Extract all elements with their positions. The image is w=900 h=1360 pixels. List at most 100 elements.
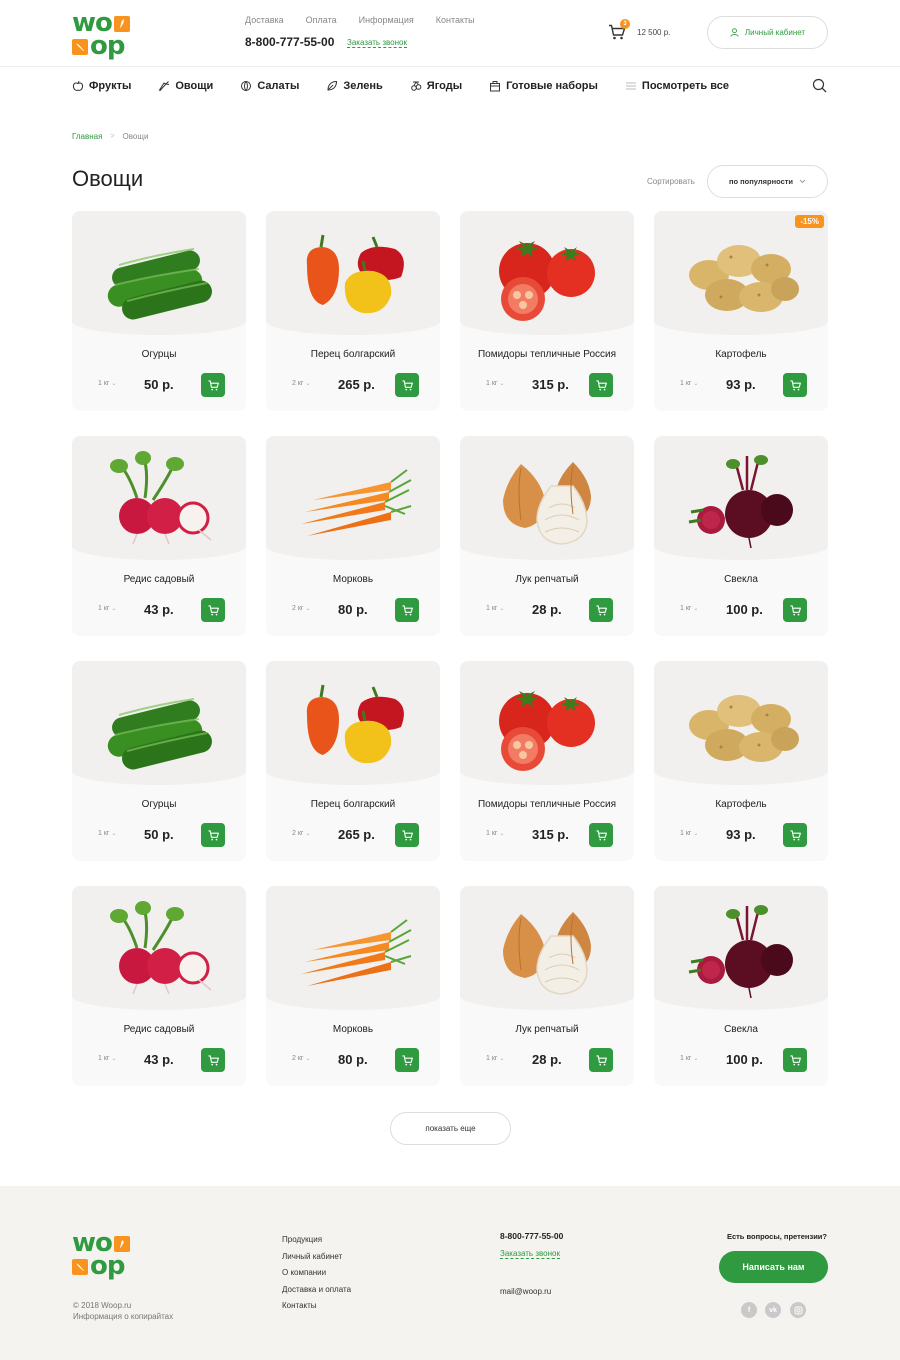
top-link-delivery[interactable]: Доставка [245,15,284,25]
footer-link-about[interactable]: О компании [282,1265,351,1282]
footer-email[interactable]: mail@woop.ru [500,1287,551,1296]
add-to-cart-button[interactable] [201,823,225,847]
footer-callback-link[interactable]: Заказать звонок [500,1249,560,1259]
nav-item-all[interactable]: Посмотреть все [625,80,729,92]
footer-link-account[interactable]: Личный кабинет [282,1249,351,1266]
account-button[interactable]: Личный кабинет [707,16,828,49]
product-card[interactable]: Редис садовый 1 кг ⌄ 43 р. [72,886,246,1086]
breadcrumb-home[interactable]: Главная [72,132,102,141]
add-to-cart-button[interactable] [783,823,807,847]
weight-select[interactable]: 1 кг ⌄ [680,830,698,837]
potato-image[interactable] [681,675,801,775]
pepper-image[interactable] [293,225,413,325]
product-name[interactable]: Редис садовый [82,1014,236,1046]
potato-image[interactable] [681,225,801,325]
product-name[interactable]: Картофель [664,789,818,821]
weight-select[interactable]: 1 кг ⌄ [98,605,116,612]
product-name[interactable]: Лук репчатый [470,1014,624,1046]
weight-select[interactable]: 2 кг ⌄ [292,380,310,387]
product-card[interactable]: Перец болгарский 2 кг ⌄ 265 р. [266,661,440,861]
header-phone[interactable]: 8-800-777-55-00 [245,35,334,49]
tomato-image[interactable] [487,675,607,775]
add-to-cart-button[interactable] [589,1048,613,1072]
vk-icon[interactable]: vk [765,1302,781,1318]
add-to-cart-button[interactable] [589,598,613,622]
radish-image[interactable] [99,450,219,550]
footer-link-contacts[interactable]: Контакты [282,1298,351,1315]
weight-select[interactable]: 1 кг ⌄ [680,605,698,612]
add-to-cart-button[interactable] [783,598,807,622]
nav-item-fruits[interactable]: Фрукты [72,80,131,92]
product-card[interactable]: Свекла 1 кг ⌄ 100 р. [654,436,828,636]
product-name[interactable]: Помидоры тепличные Россия [470,339,624,371]
footer-phone[interactable]: 8-800-777-55-00 [500,1231,563,1241]
show-more-button[interactable]: показать еще [390,1112,511,1145]
facebook-icon[interactable]: f [741,1302,757,1318]
onion-image[interactable] [487,450,607,550]
radish-image[interactable] [99,900,219,1000]
product-name[interactable]: Картофель [664,339,818,371]
weight-select[interactable]: 2 кг ⌄ [292,1055,310,1062]
weight-select[interactable]: 1 кг ⌄ [98,830,116,837]
nav-item-vegetables[interactable]: Овощи [158,80,213,92]
product-card[interactable]: Редис садовый 1 кг ⌄ 43 р. [72,436,246,636]
cucumber-image[interactable] [99,225,219,325]
product-name[interactable]: Огурцы [82,339,236,371]
top-link-info[interactable]: Информация [359,15,414,25]
nav-item-sets[interactable]: Готовые наборы [489,80,598,92]
add-to-cart-button[interactable] [783,1048,807,1072]
cucumber-image[interactable] [99,675,219,775]
weight-select[interactable]: 2 кг ⌄ [292,830,310,837]
product-name[interactable]: Свекла [664,1014,818,1046]
add-to-cart-button[interactable] [201,1048,225,1072]
product-card[interactable]: Морковь 2 кг ⌄ 80 р. [266,436,440,636]
product-card[interactable]: Картофель 1 кг ⌄ 93 р. [654,661,828,861]
nav-item-berries[interactable]: Ягоды [410,80,462,92]
product-card[interactable]: Помидоры тепличные Россия 1 кг ⌄ 315 р. [460,211,634,411]
top-link-contacts[interactable]: Контакты [436,15,475,25]
weight-select[interactable]: 2 кг ⌄ [292,605,310,612]
add-to-cart-button[interactable] [395,823,419,847]
add-to-cart-button[interactable] [201,598,225,622]
callback-link[interactable]: Заказать звонок [347,38,407,48]
product-card[interactable]: Морковь 2 кг ⌄ 80 р. [266,886,440,1086]
product-card[interactable]: Огурцы 1 кг ⌄ 50 р. [72,661,246,861]
cart-sum[interactable]: 12 500 р. [637,28,670,37]
nav-item-salads[interactable]: Салаты [240,80,299,92]
logo[interactable]: wo op [72,10,138,59]
product-name[interactable]: Лук репчатый [470,564,624,596]
add-to-cart-button[interactable] [201,373,225,397]
instagram-icon[interactable] [790,1302,806,1318]
product-card[interactable]: Огурцы 1 кг ⌄ 50 р. [72,211,246,411]
product-card[interactable]: Лук репчатый 1 кг ⌄ 28 р. [460,436,634,636]
beet-image[interactable] [681,450,801,550]
weight-select[interactable]: 1 кг ⌄ [486,605,504,612]
add-to-cart-button[interactable] [395,598,419,622]
sort-select[interactable]: по популярности [707,165,828,198]
nav-item-greens[interactable]: Зелень [326,80,383,92]
footer-link-delivery[interactable]: Доставка и оплата [282,1282,351,1299]
tomato-image[interactable] [487,225,607,325]
weight-select[interactable]: 1 кг ⌄ [98,1055,116,1062]
weight-select[interactable]: 1 кг ⌄ [98,380,116,387]
product-name[interactable]: Помидоры тепличные Россия [470,789,624,821]
add-to-cart-button[interactable] [395,373,419,397]
add-to-cart-button[interactable] [395,1048,419,1072]
product-name[interactable]: Свекла [664,564,818,596]
onion-image[interactable] [487,900,607,1000]
add-to-cart-button[interactable] [589,373,613,397]
product-name[interactable]: Перец болгарский [276,339,430,371]
product-name[interactable]: Редис садовый [82,564,236,596]
product-name[interactable]: Огурцы [82,789,236,821]
add-to-cart-button[interactable] [589,823,613,847]
product-name[interactable]: Перец болгарский [276,789,430,821]
product-card[interactable]: -15% Картофель 1 кг ⌄ 93 р. [654,211,828,411]
copyright-info-link[interactable]: Информация о копирайтах [73,1311,173,1322]
footer-link-products[interactable]: Продукция [282,1232,351,1249]
write-us-button[interactable]: Написать нам [719,1251,828,1283]
search-icon[interactable] [812,78,827,93]
footer-logo[interactable]: wo op [72,1230,138,1279]
weight-select[interactable]: 1 кг ⌄ [486,830,504,837]
product-card[interactable]: Помидоры тепличные Россия 1 кг ⌄ 315 р. [460,661,634,861]
carrot-image[interactable] [293,450,413,550]
